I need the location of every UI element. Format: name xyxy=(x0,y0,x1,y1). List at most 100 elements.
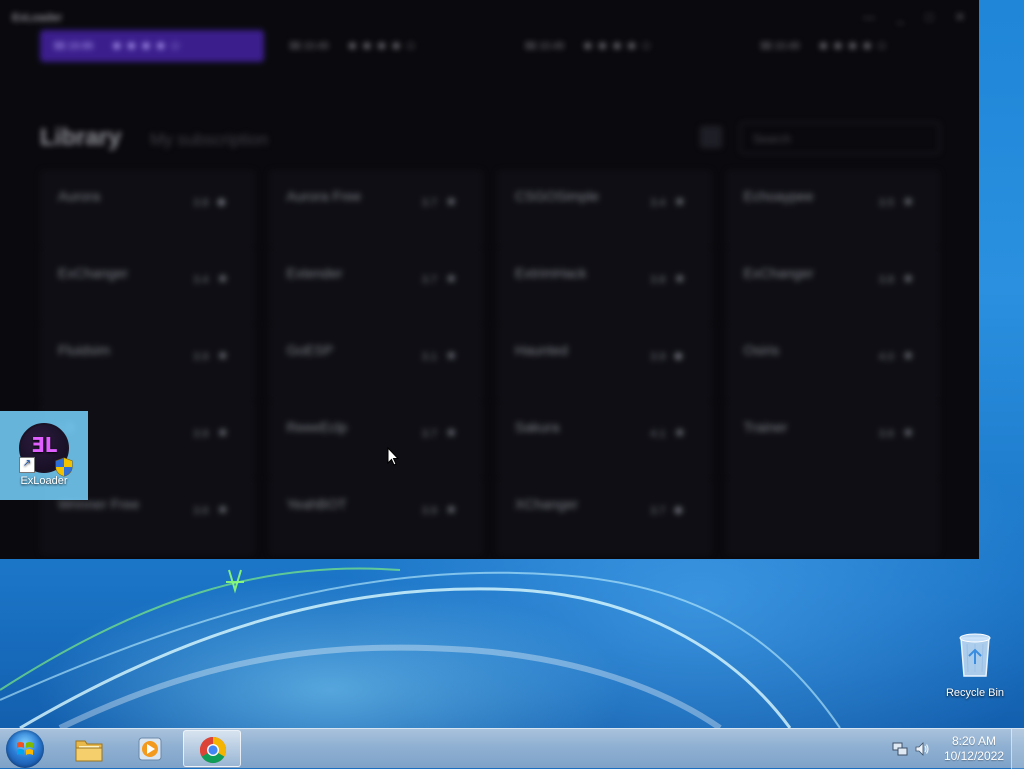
windows-logo-icon xyxy=(17,742,33,755)
star-icon: ★ xyxy=(902,424,915,440)
library-header: Library My subscription Search xyxy=(40,122,940,158)
card-name: Osiris xyxy=(743,342,780,358)
card-name: ExtrimHack xyxy=(515,265,587,281)
card-name: Trainer xyxy=(743,419,788,435)
tag-icon: ⬥ xyxy=(673,501,684,517)
library-card[interactable]: Aurora Free 3.7 ★ xyxy=(268,170,483,247)
library-card[interactable]: Sakura 4.1 ★ xyxy=(497,401,712,478)
library-card[interactable]: ExChanger 3.4 ★ xyxy=(40,247,255,324)
uac-shield-icon xyxy=(55,457,73,477)
library-card-empty xyxy=(725,478,940,555)
library-title: Library xyxy=(40,124,122,151)
desktop-icon-label: Recycle Bin xyxy=(945,687,1005,699)
library-card[interactable]: Haunted 3.9 ⬥ xyxy=(497,324,712,401)
star-icon: ★ xyxy=(902,270,915,286)
card-rating: 4.1 xyxy=(650,428,666,440)
star-icon: ★ xyxy=(445,270,458,286)
card-name: YeahBOT xyxy=(286,496,347,512)
minimize-icon[interactable]: — xyxy=(863,10,875,24)
card-name: XChanger xyxy=(515,496,579,512)
card-name: Extender xyxy=(286,265,343,281)
library-card[interactable]: ExChanger 3.8 ★ xyxy=(725,247,940,324)
start-button[interactable] xyxy=(6,730,44,768)
star-icon: ★ xyxy=(445,424,458,440)
minimize-alt-icon[interactable]: _ xyxy=(897,10,904,24)
product-tab-label: $$ 10.49 xyxy=(289,40,329,52)
product-tab-label: $$ 10.49 xyxy=(525,40,564,52)
library-card[interactable]: ExtrimHack 3.8 ★ xyxy=(497,247,712,324)
taskbar-media-player[interactable] xyxy=(121,730,179,767)
card-rating: 3.9 xyxy=(421,505,437,517)
rating-stars: ★★★★☆ xyxy=(346,38,420,53)
exloader-content-blurred: ExLoader — _ □ ✕ $$ 19.99 ★★★★☆ $$ 10.49… xyxy=(0,0,979,559)
library-card[interactable]: Aurora 3.8 ⬥ xyxy=(40,170,255,247)
star-icon: ★ xyxy=(445,347,458,363)
product-tab-label: $$ 10.49 xyxy=(760,40,800,52)
taskbar: 8:20 AM 10/12/2022 xyxy=(0,728,1024,769)
library-card[interactable]: Extender 3.7 ★ xyxy=(268,247,483,324)
library-card[interactable]: GoESP 3.1 ★ xyxy=(268,324,483,401)
card-rating: 3.9 xyxy=(193,428,209,440)
card-name: Fluidsim xyxy=(58,342,111,358)
library-card[interactable]: Osiris 4.0 ★ xyxy=(725,324,940,401)
rating-stars: ★★★★☆ xyxy=(110,38,185,53)
card-name: Sakura xyxy=(515,419,560,435)
product-tab-4[interactable]: $$ 10.49 ★★★★☆ xyxy=(747,30,971,62)
library-card[interactable]: Fluidsim 3.9 ★ xyxy=(40,324,255,401)
star-icon: ★ xyxy=(216,347,230,363)
library-card[interactable]: CSGOSimple 3.4 ★ xyxy=(497,170,712,247)
tag-icon: ⬥ xyxy=(673,347,684,363)
card-rating: 3.7 xyxy=(650,505,666,517)
star-icon: ★ xyxy=(673,270,687,286)
card-rating: 3.8 xyxy=(193,197,209,209)
media-player-icon xyxy=(138,737,162,761)
desktop-icon-label: ExLoader xyxy=(20,475,68,487)
maximize-icon[interactable]: □ xyxy=(926,10,933,24)
system-clock[interactable]: 8:20 AM 10/12/2022 xyxy=(944,734,1004,764)
show-desktop-button[interactable] xyxy=(1011,729,1024,769)
folder-icon xyxy=(75,740,103,762)
card-rating: 3.9 xyxy=(193,351,209,363)
product-tab-3[interactable]: $$ 10.49 ★★★★☆ xyxy=(511,30,735,62)
card-rating: 3.5 xyxy=(878,197,894,209)
card-rating: 3.6 xyxy=(878,428,894,440)
card-name: ReeeEclp xyxy=(286,419,348,435)
star-icon: ★ xyxy=(445,193,458,209)
star-icon: ★ xyxy=(216,424,230,440)
tag-icon: ⬥ xyxy=(216,193,227,209)
library-subtitle[interactable]: My subscription xyxy=(150,130,268,150)
taskbar-chrome[interactable] xyxy=(183,730,241,767)
chrome-icon xyxy=(199,736,227,764)
card-rating: 3.7 xyxy=(421,428,437,440)
desktop-icon-exloader[interactable]: ƎL ↗ ExLoader xyxy=(0,411,88,500)
app-title: ExLoader xyxy=(12,12,63,24)
product-tab-1[interactable]: $$ 19.99 ★★★★☆ xyxy=(40,30,264,62)
filter-button[interactable] xyxy=(700,126,722,148)
taskbar-file-explorer[interactable] xyxy=(60,730,118,767)
system-tray: 8:20 AM 10/12/2022 xyxy=(884,729,1024,769)
volume-icon[interactable] xyxy=(914,741,930,757)
rating-stars: ★★★★☆ xyxy=(581,38,656,53)
card-rating: 3.8 xyxy=(878,274,894,286)
library-card[interactable]: YeahBOT 3.9 ★ xyxy=(268,478,483,555)
network-icon[interactable] xyxy=(892,741,908,757)
product-tab-2[interactable]: $$ 10.49 ★★★★☆ xyxy=(276,30,500,62)
library-card[interactable]: ReeeEclp 3.7 ★ xyxy=(268,401,483,478)
star-icon: ★ xyxy=(673,424,687,440)
star-icon: ★ xyxy=(673,193,687,209)
library-card[interactable]: Trainer 3.6 ★ xyxy=(725,401,940,478)
card-name: ExChanger xyxy=(743,265,814,281)
card-name: Echoaypee xyxy=(743,188,814,204)
close-icon[interactable]: ✕ xyxy=(955,10,965,24)
star-icon: ★ xyxy=(445,501,458,517)
card-name: GoESP xyxy=(286,342,334,358)
clock-date: 10/12/2022 xyxy=(943,749,1004,763)
card-rating: 3.8 xyxy=(650,274,666,286)
card-name: ExChanger xyxy=(58,265,129,281)
desktop-icon-recycle-bin[interactable]: Recycle Bin xyxy=(939,630,1011,699)
library-card[interactable]: Echoaypee 3.5 ★ xyxy=(725,170,940,247)
exloader-window[interactable]: ExLoader — _ □ ✕ $$ 19.99 ★★★★☆ $$ 10.49… xyxy=(0,0,979,559)
library-search-input[interactable]: Search xyxy=(740,122,940,154)
library-card[interactable]: XChanger 3.7 ⬥ xyxy=(497,478,712,555)
card-name: Aurora xyxy=(58,188,101,204)
